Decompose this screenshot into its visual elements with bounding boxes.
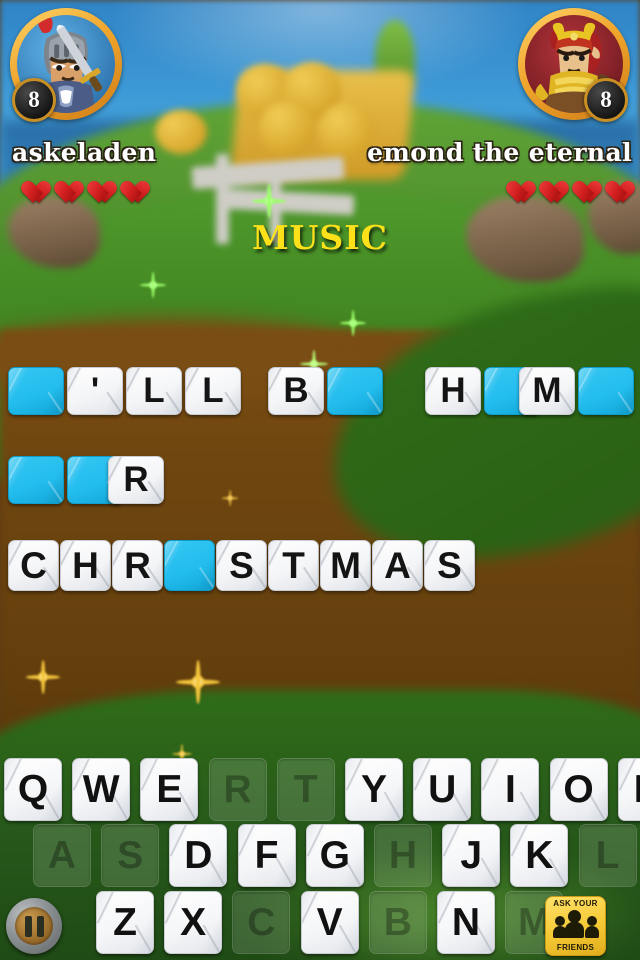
- puzzle-tile-letter: H: [425, 367, 481, 415]
- key-q[interactable]: Q: [4, 758, 62, 821]
- ask-friends-button[interactable]: ASK YOUR FRIENDS: [545, 896, 606, 956]
- key-a: A: [33, 824, 91, 887]
- three-people-icon: [552, 910, 599, 938]
- puzzle-tile-blank: [578, 367, 634, 415]
- key-j[interactable]: J: [442, 824, 501, 887]
- level-badge: 8: [584, 78, 628, 122]
- puzzle-tile-letter: H: [60, 540, 111, 591]
- puzzle-tile-blank: [8, 456, 64, 504]
- puzzle-tile-blank: [8, 367, 64, 415]
- player-name-right: emond the eternal: [367, 138, 632, 167]
- puzzle-tile-letter: R: [112, 540, 163, 591]
- puzzle-tile-letter: M: [519, 367, 575, 415]
- puzzle-tile-letter: S: [424, 540, 475, 591]
- pause-button[interactable]: [6, 898, 62, 954]
- puzzle-tile-letter: A: [372, 540, 423, 591]
- key-i[interactable]: I: [481, 758, 540, 821]
- key-v[interactable]: V: [300, 891, 359, 954]
- key-g[interactable]: G: [305, 824, 364, 887]
- heart-icon: [49, 172, 75, 196]
- player-name-left: askeladen: [12, 138, 157, 167]
- heart-icon: [82, 172, 108, 196]
- heart-icon: [534, 172, 560, 196]
- health-hearts-left: [16, 172, 141, 196]
- key-p[interactable]: P: [617, 758, 640, 821]
- ask-friends-line2: FRIENDS: [556, 943, 595, 952]
- key-e[interactable]: E: [140, 758, 199, 821]
- key-n[interactable]: N: [437, 891, 495, 954]
- key-r: R: [208, 758, 267, 821]
- avatar[interactable]: 8: [10, 8, 122, 122]
- puzzle-tile-letter: M: [320, 540, 371, 591]
- puzzle-tile-letter: B: [268, 367, 324, 415]
- key-b: B: [368, 891, 427, 954]
- key-z[interactable]: Z: [96, 891, 154, 954]
- avatar[interactable]: 8: [518, 8, 630, 122]
- key-k[interactable]: K: [510, 824, 569, 887]
- puzzle-tile-letter: L: [185, 367, 241, 415]
- level-badge: 8: [12, 78, 56, 122]
- puzzle-tile-letter: S: [216, 540, 267, 591]
- key-c: C: [232, 891, 291, 954]
- ask-friends-line1: ASK YOUR: [553, 899, 598, 908]
- heart-icon: [115, 172, 141, 196]
- game-screen: 8 askeladen 8 emond the eternal MUSIC ' …: [0, 0, 640, 960]
- key-s: S: [101, 824, 160, 887]
- key-l: L: [578, 824, 637, 887]
- key-u[interactable]: U: [413, 758, 472, 821]
- key-x[interactable]: X: [164, 891, 223, 954]
- heart-icon: [501, 172, 527, 196]
- heart-icon: [567, 172, 593, 196]
- puzzle-tile-letter: L: [126, 367, 182, 415]
- key-t: T: [276, 758, 335, 821]
- puzzle-tile-blank: [327, 367, 383, 415]
- pause-icon: [15, 907, 53, 945]
- key-w[interactable]: W: [72, 758, 131, 821]
- puzzle-tile-letter: ': [67, 367, 123, 415]
- heart-icon: [600, 172, 626, 196]
- key-f[interactable]: F: [237, 824, 296, 887]
- puzzle-tile-letter: T: [268, 540, 319, 591]
- key-h: H: [374, 824, 432, 887]
- heart-icon: [16, 172, 42, 196]
- puzzle-tile-letter: R: [108, 456, 164, 504]
- key-y[interactable]: Y: [345, 758, 403, 821]
- key-d[interactable]: D: [169, 824, 228, 887]
- health-hearts-right: [501, 172, 626, 196]
- category-label: MUSIC: [252, 218, 388, 257]
- puzzle-tile-blank: [164, 540, 215, 591]
- puzzle-tile-letter: C: [8, 540, 59, 591]
- key-o[interactable]: O: [549, 758, 608, 821]
